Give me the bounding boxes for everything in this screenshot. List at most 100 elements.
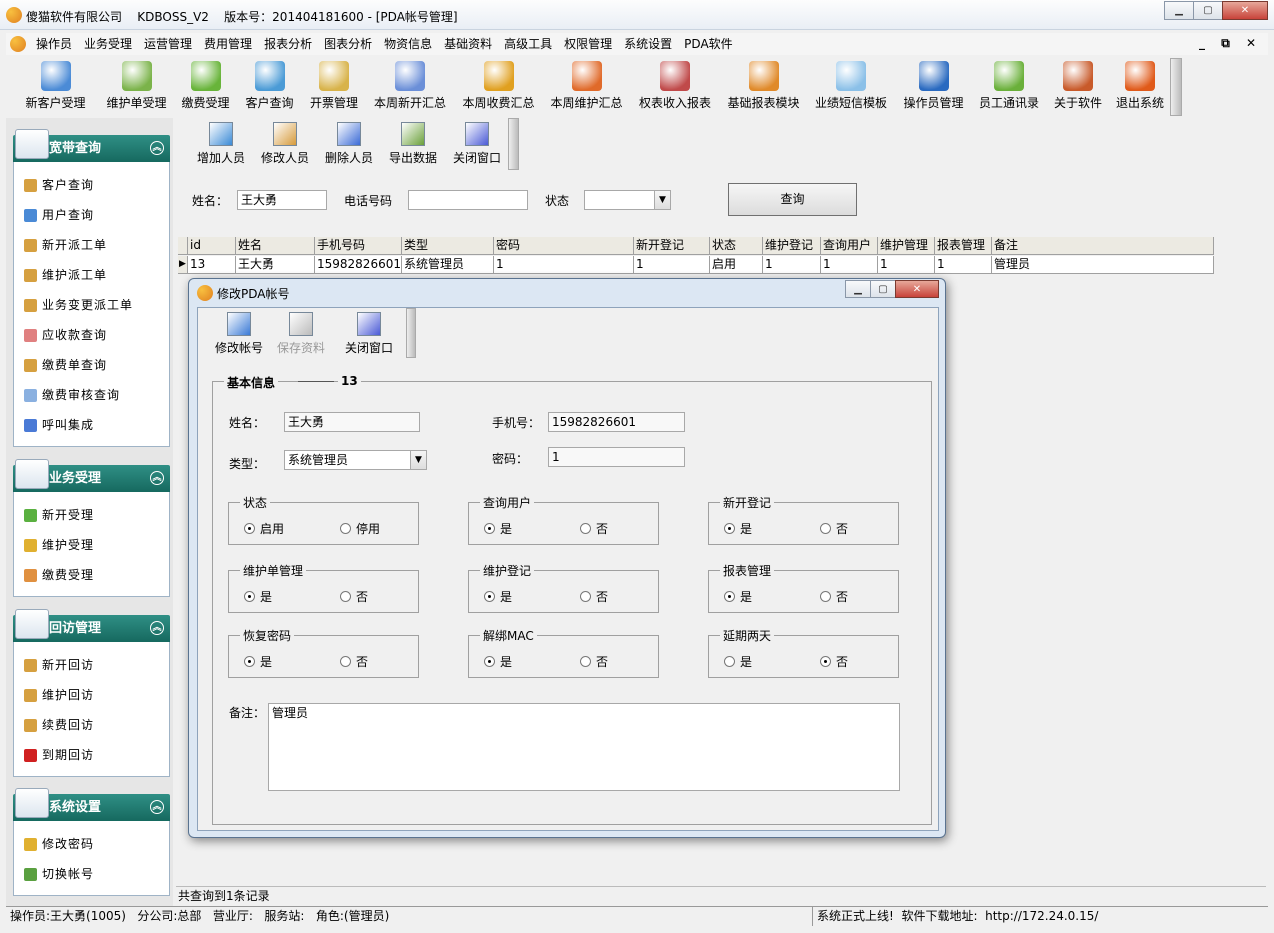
nav-item-1-0[interactable]: 新开受理 [14, 500, 169, 530]
grid-cell-2[interactable]: 15982826601 [315, 256, 402, 274]
dialog-toolbar-overflow[interactable] [406, 308, 416, 358]
option-radio-a-0[interactable] [244, 523, 255, 534]
collapse-icon[interactable]: ︽ [150, 471, 164, 485]
collapse-icon[interactable]: ︽ [150, 141, 164, 155]
toolbar-button-1[interactable]: 维护单受理 [99, 61, 174, 113]
grid-header-0[interactable]: id [188, 237, 236, 255]
option-radio-a-7[interactable] [484, 656, 495, 667]
menu-item-0[interactable]: 操作员 [30, 33, 78, 55]
menu-item-5[interactable]: 图表分析 [318, 33, 378, 55]
name-input[interactable]: 王大勇 [237, 190, 327, 210]
minimize-button[interactable]: ▁ [1164, 1, 1194, 20]
grid-cell-1[interactable]: 王大勇 [236, 256, 315, 274]
toolbar-button-0[interactable]: 新客户受理 [12, 61, 99, 113]
option-radio-a-6[interactable] [244, 656, 255, 667]
option-radio-a-8[interactable] [724, 656, 735, 667]
sub-toolbar-button-1[interactable]: 修改人员 [254, 122, 316, 166]
nav-item-0-7[interactable]: 缴费审核查询 [14, 380, 169, 410]
dialog-toolbar-button-1[interactable]: 保存资料 [270, 312, 332, 356]
collapse-icon[interactable]: ︽ [150, 621, 164, 635]
nav-group-header-3[interactable]: 系统设置 ︽ [13, 788, 170, 821]
phone-input[interactable] [408, 190, 528, 210]
option-radio-b-5[interactable] [820, 591, 831, 602]
option-radio-a-2[interactable] [724, 523, 735, 534]
type-dropdown-icon[interactable]: ▼ [410, 451, 426, 469]
nav-group-header-1[interactable]: 业务受理 ︽ [13, 459, 170, 492]
menu-item-1[interactable]: 业务受理 [78, 33, 138, 55]
nav-item-2-3[interactable]: 到期回访 [14, 740, 169, 770]
nav-item-2-0[interactable]: 新开回访 [14, 650, 169, 680]
option-radio-b-6[interactable] [340, 656, 351, 667]
menu-item-10[interactable]: 系统设置 [618, 33, 678, 55]
close-button[interactable]: ✕ [1222, 1, 1268, 20]
dlg-remark-textarea[interactable]: 管理员 [268, 703, 900, 791]
nav-item-0-0[interactable]: 客户查询 [14, 170, 169, 200]
toolbar-button-13[interactable]: 关于软件 [1046, 61, 1110, 113]
menu-item-4[interactable]: 报表分析 [258, 33, 318, 55]
option-radio-b-4[interactable] [580, 591, 591, 602]
menu-item-11[interactable]: PDA软件 [678, 33, 738, 55]
toolbar-button-4[interactable]: 开票管理 [302, 61, 366, 113]
grid-cell-8[interactable]: 1 [821, 256, 878, 274]
query-button[interactable]: 查询 [728, 183, 857, 216]
grid-header-1[interactable]: 姓名 [236, 237, 315, 255]
sub-toolbar-button-2[interactable]: 删除人员 [318, 122, 380, 166]
toolbar-button-3[interactable]: 客户查询 [237, 61, 302, 113]
toolbar-button-12[interactable]: 员工通讯录 [972, 61, 1046, 113]
nav-item-0-3[interactable]: 维护派工单 [14, 260, 169, 290]
toolbar-overflow-button[interactable] [1170, 58, 1182, 116]
dlg-phone-input[interactable]: 15982826601 [548, 412, 685, 432]
option-radio-b-3[interactable] [340, 591, 351, 602]
nav-item-2-1[interactable]: 维护回访 [14, 680, 169, 710]
dialog-minimize-button[interactable]: ▁ [845, 280, 871, 298]
grid-cell-11[interactable]: 管理员 [992, 256, 1214, 274]
grid-header-11[interactable]: 备注 [992, 237, 1214, 255]
toolbar-button-7[interactable]: 本周维护汇总 [543, 61, 630, 113]
nav-item-3-0[interactable]: 修改密码 [14, 829, 169, 859]
toolbar-button-11[interactable]: 操作员管理 [895, 61, 972, 113]
option-radio-a-5[interactable] [724, 591, 735, 602]
dlg-pwd-input[interactable]: 1 [548, 447, 685, 467]
toolbar-button-2[interactable]: 缴费受理 [174, 61, 237, 113]
menu-item-2[interactable]: 运营管理 [138, 33, 198, 55]
nav-item-0-4[interactable]: 业务变更派工单 [14, 290, 169, 320]
dlg-name-input[interactable]: 王大勇 [284, 412, 420, 432]
toolbar-button-8[interactable]: 权表收入报表 [630, 61, 720, 113]
menu-item-3[interactable]: 费用管理 [198, 33, 258, 55]
menu-item-6[interactable]: 物资信息 [378, 33, 438, 55]
nav-item-0-2[interactable]: 新开派工单 [14, 230, 169, 260]
nav-item-2-2[interactable]: 续费回访 [14, 710, 169, 740]
menu-item-7[interactable]: 基础资料 [438, 33, 498, 55]
option-radio-b-2[interactable] [820, 523, 831, 534]
grid-header-4[interactable]: 密码 [494, 237, 634, 255]
grid-cell-7[interactable]: 1 [763, 256, 821, 274]
nav-item-0-6[interactable]: 缴费单查询 [14, 350, 169, 380]
nav-item-1-1[interactable]: 维护受理 [14, 530, 169, 560]
option-radio-a-3[interactable] [244, 591, 255, 602]
sub-toolbar-overflow[interactable] [508, 118, 519, 170]
status-dropdown-icon[interactable]: ▼ [654, 191, 670, 209]
grid-cell-10[interactable]: 1 [935, 256, 992, 274]
grid-header-10[interactable]: 报表管理 [935, 237, 992, 255]
option-radio-a-4[interactable] [484, 591, 495, 602]
sub-toolbar-button-3[interactable]: 导出数据 [382, 122, 444, 166]
grid-header-3[interactable]: 类型 [402, 237, 494, 255]
option-radio-b-0[interactable] [340, 523, 351, 534]
dialog-close-button[interactable]: ✕ [895, 280, 939, 298]
nav-item-0-8[interactable]: 呼叫集成 [14, 410, 169, 440]
toolbar-button-9[interactable]: 基础报表模块 [720, 61, 807, 113]
mdi-controls[interactable]: _ ⧉ ✕ [1199, 36, 1262, 51]
sub-toolbar-button-0[interactable]: 增加人员 [190, 122, 252, 166]
toolbar-button-10[interactable]: 业绩短信模板 [807, 61, 895, 113]
grid-header-6[interactable]: 状态 [710, 237, 763, 255]
dialog-toolbar-button-0[interactable]: 修改帐号 [208, 312, 270, 356]
menu-item-9[interactable]: 权限管理 [558, 33, 618, 55]
grid-header-2[interactable]: 手机号码 [315, 237, 402, 255]
option-radio-b-1[interactable] [580, 523, 591, 534]
nav-item-0-1[interactable]: 用户查询 [14, 200, 169, 230]
option-radio-a-1[interactable] [484, 523, 495, 534]
grid-header-9[interactable]: 维护管理 [878, 237, 935, 255]
grid-cell-0[interactable]: 13 [188, 256, 236, 274]
grid-header-7[interactable]: 维护登记 [763, 237, 821, 255]
grid-cell-6[interactable]: 启用 [710, 256, 763, 274]
